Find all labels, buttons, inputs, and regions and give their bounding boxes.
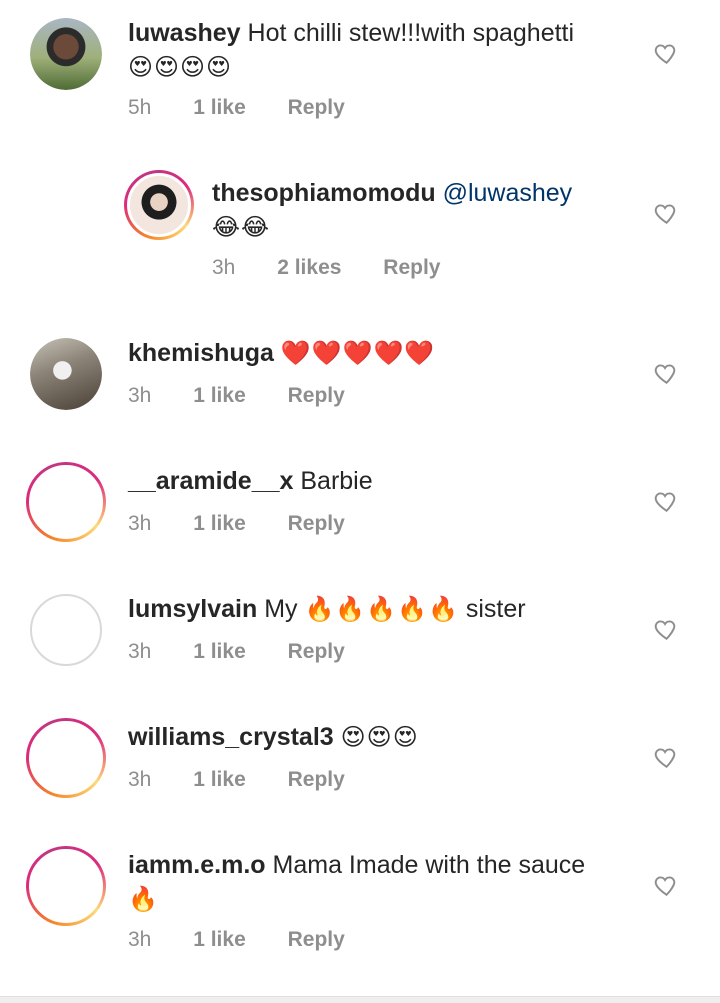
comment-emoji: 🔥: [128, 886, 159, 913]
comment-text: __aramide__x Barbie: [128, 464, 638, 498]
comment-item: __aramide__x Barbie 3h 1 like Reply: [0, 448, 720, 576]
comment-body: Mama Imade with the sauce: [272, 851, 586, 879]
comment-likes[interactable]: 1 like: [193, 640, 246, 664]
comment-item: lumsylvain My 🔥🔥🔥🔥🔥 sister 3h 1 like Rep…: [0, 576, 720, 704]
comment-time: 3h: [128, 928, 152, 951]
comment-meta: 3h 1 like Reply: [128, 640, 345, 664]
comment-time: 5h: [128, 96, 152, 119]
comment-item: iamm.e.m.o Mama Imade with the sauce 🔥 3…: [0, 832, 720, 992]
reply-button[interactable]: Reply: [288, 96, 345, 120]
comment-emoji: ❤️❤️❤️❤️❤️: [280, 340, 436, 367]
comment-text: khemishuga ❤️❤️❤️❤️❤️: [128, 336, 638, 371]
reply-button[interactable]: Reply: [288, 768, 345, 792]
comment-text: luwashey Hot chilli stew!!!with spaghett…: [128, 16, 638, 85]
comment-item: luwashey Hot chilli stew!!!with spaghett…: [0, 0, 720, 160]
comment-item: williams_crystal3 😍😍😍 3h 1 like Reply: [0, 704, 720, 832]
comment-meta: 3h 1 like Reply: [128, 768, 345, 792]
comment-emoji: 😍😍😍😍: [128, 54, 233, 81]
comment-time: 3h: [128, 512, 152, 535]
heart-outline-icon[interactable]: [652, 616, 678, 642]
comment-username[interactable]: luwashey: [128, 19, 241, 47]
comment-body-end: sister: [465, 595, 526, 623]
comment-text: thesophiamomodu @luwashey 😂😂: [212, 176, 632, 245]
avatar[interactable]: [26, 718, 106, 798]
comment-time: 3h: [212, 256, 236, 279]
comment-mention[interactable]: @luwashey: [443, 179, 573, 207]
comment-likes[interactable]: 2 likes: [277, 256, 341, 280]
heart-outline-icon[interactable]: [652, 200, 678, 226]
comment-emoji: 😍😍😍: [340, 724, 419, 751]
comment-meta: 5h 1 like Reply: [128, 96, 345, 120]
reply-button[interactable]: Reply: [383, 256, 440, 280]
comment-likes[interactable]: 1 like: [193, 384, 246, 408]
heart-outline-icon[interactable]: [652, 872, 678, 898]
reply-button[interactable]: Reply: [288, 384, 345, 408]
reply-button[interactable]: Reply: [288, 512, 345, 536]
heart-outline-icon[interactable]: [652, 40, 678, 66]
comment-meta: 3h 1 like Reply: [128, 928, 345, 952]
comment-emoji: 😂😂: [212, 214, 271, 241]
reply-button[interactable]: Reply: [288, 928, 345, 952]
comment-username[interactable]: __aramide__x: [128, 467, 293, 495]
comment-username[interactable]: williams_crystal3: [128, 723, 334, 751]
comment-emoji: 🔥🔥🔥🔥🔥: [304, 596, 459, 623]
comment-time: 3h: [128, 768, 152, 791]
heart-outline-icon[interactable]: [652, 744, 678, 770]
comment-item: khemishuga ❤️❤️❤️❤️❤️ 3h 1 like Reply: [0, 320, 720, 448]
comment-body: My: [264, 595, 298, 623]
avatar[interactable]: [30, 338, 102, 410]
comment-likes[interactable]: 1 like: [193, 768, 246, 792]
heart-outline-icon[interactable]: [652, 360, 678, 386]
comment-body: Hot chilli stew!!!with spaghetti: [247, 19, 575, 47]
comment-text: williams_crystal3 😍😍😍: [128, 720, 638, 755]
comment-time: 3h: [128, 384, 152, 407]
comment-reply-item: thesophiamomodu @luwashey 😂😂 3h 2 likes …: [0, 160, 720, 320]
reply-button[interactable]: Reply: [288, 640, 345, 664]
comment-username[interactable]: thesophiamomodu: [212, 179, 436, 207]
comment-text: lumsylvain My 🔥🔥🔥🔥🔥 sister: [128, 592, 638, 627]
comment-meta: 3h 2 likes Reply: [212, 256, 440, 280]
comment-likes[interactable]: 1 like: [193, 928, 246, 952]
comment-text: iamm.e.m.o Mama Imade with the sauce 🔥: [128, 848, 598, 917]
avatar[interactable]: [30, 594, 102, 666]
avatar[interactable]: [26, 846, 106, 926]
comment-username[interactable]: khemishuga: [128, 339, 274, 367]
comment-username[interactable]: iamm.e.m.o: [128, 851, 266, 879]
comment-body: Barbie: [300, 467, 373, 495]
avatar[interactable]: [30, 18, 102, 90]
comment-likes[interactable]: 1 like: [193, 96, 246, 120]
comment-likes[interactable]: 1 like: [193, 512, 246, 536]
bottom-divider: [0, 996, 720, 1003]
avatar[interactable]: [26, 462, 106, 542]
heart-outline-icon[interactable]: [652, 488, 678, 514]
avatar[interactable]: [124, 170, 194, 240]
comment-meta: 3h 1 like Reply: [128, 384, 345, 408]
comment-meta: 3h 1 like Reply: [128, 512, 345, 536]
comment-username[interactable]: lumsylvain: [128, 595, 257, 623]
comment-time: 3h: [128, 640, 152, 663]
